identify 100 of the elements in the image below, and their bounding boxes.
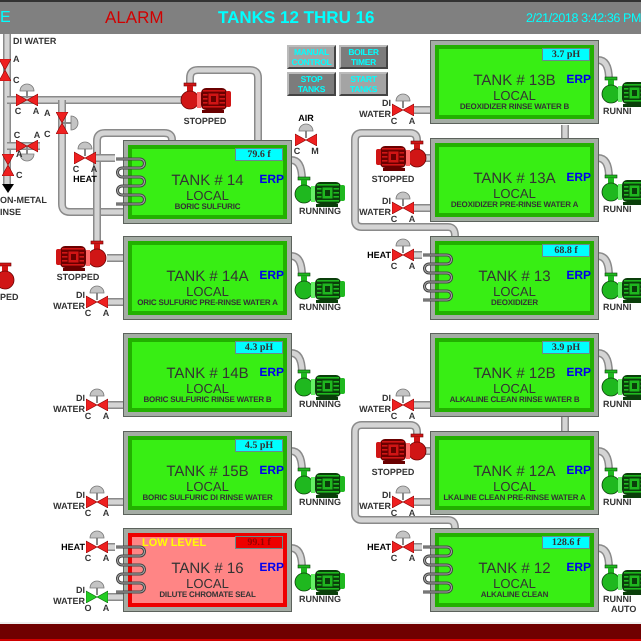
valve-icon[interactable]	[392, 237, 414, 261]
tank[interactable]: LOW LEVEL 99.1 f TANK # 16 ERP LOCAL DILUTE CHROMATE SEAL	[123, 528, 292, 612]
erp-label: ERP	[566, 561, 591, 573]
pump-status: STOPPED	[370, 174, 416, 184]
tank-mode: LOCAL	[493, 89, 536, 102]
valve-icon[interactable]	[86, 284, 108, 308]
valve-label: WATER	[53, 301, 85, 311]
tank-description: DEOXIDIZER PRE-RINSE WATER A	[450, 200, 578, 210]
valve-label: DI	[382, 490, 391, 500]
port-label: A	[13, 54, 20, 64]
tank-mode: LOCAL	[493, 187, 536, 200]
reading-display: 99.1 f	[235, 536, 283, 549]
valve-icon[interactable]	[86, 529, 108, 553]
tank[interactable]: 3.9 pH TANK # 12B ERP LOCAL ALKALINE CLEAN RINSE WATER B	[430, 333, 599, 417]
erp-label: ERP	[566, 171, 591, 183]
pump-status: RUNNING	[298, 399, 342, 409]
tank[interactable]: TANK # 12A ERP LOCAL LKALINE CLEAN PRE-RINSE WATER A	[430, 431, 599, 515]
tank[interactable]: 128.6 f TANK # 12 ERP LOCAL ALKALINE CLEAN	[430, 528, 599, 612]
pump-icon[interactable]	[601, 564, 641, 596]
tank[interactable]: TANK # 14A ERP LOCAL ORIC SULFURIC PRE-RINSE WATER A	[123, 236, 292, 320]
tank-title: TANK # 14B	[166, 366, 249, 382]
tank-description: BORIC SULFURIC	[174, 202, 240, 212]
valve-icon[interactable]	[2, 154, 14, 176]
pipe	[108, 401, 123, 409]
pump-icon[interactable]	[601, 369, 641, 401]
reading-display: 128.6 f	[542, 536, 590, 549]
erp-label: ERP	[566, 73, 591, 85]
tank-mode: LOCAL	[186, 577, 229, 590]
pump-icon[interactable]	[294, 272, 346, 304]
tank-mode: LOCAL	[493, 577, 536, 590]
valve-icon[interactable]	[392, 529, 414, 553]
port-label: C	[390, 214, 398, 224]
erp-label: ERP	[259, 173, 284, 185]
port-label: C	[84, 308, 92, 318]
port-label: M	[310, 146, 320, 156]
tank[interactable]: 3.7 pH TANK # 13B ERP LOCAL DEOXIDIZER RINSE WATER B	[430, 40, 599, 124]
tank[interactable]: TANK # 13A ERP LOCAL DEOXIDIZER PRE-RINSE WATER A	[430, 138, 599, 222]
valve-icon[interactable]	[86, 387, 108, 411]
valve-label: WATER	[359, 404, 391, 414]
tank-title: TANK # 14	[171, 173, 244, 189]
valve-icon[interactable]	[74, 140, 96, 164]
pump-icon[interactable]	[294, 369, 346, 401]
valve-icon[interactable]	[392, 484, 414, 508]
port-label: C	[390, 411, 398, 421]
tank-description: BORIC SULFURIC DI RINSE WATER	[142, 493, 273, 503]
erp-label: ERP	[259, 561, 284, 573]
valve-icon[interactable]	[16, 82, 38, 106]
valve-icon[interactable]	[86, 484, 108, 508]
valve-icon[interactable]	[392, 92, 414, 116]
mode-label: E	[0, 8, 12, 28]
port-label: C	[84, 508, 92, 518]
pump-icon[interactable]	[601, 76, 641, 108]
tank-title: TANK # 13	[478, 269, 551, 285]
valve-icon[interactable]	[56, 112, 80, 134]
port-label: C	[16, 170, 22, 180]
pump-icon[interactable]	[375, 140, 427, 172]
valve-label: ON-METAL	[0, 195, 47, 205]
port-label: A	[408, 553, 416, 563]
valve-label: DI	[76, 290, 85, 300]
valve-icon[interactable]	[295, 122, 317, 146]
pipe	[107, 254, 123, 262]
tank[interactable]: 4.5 pH TANK # 15B ERP LOCAL BORIC SULFURIC DI RINSE WATER	[123, 431, 292, 515]
pump-mode: AUTO	[611, 604, 636, 614]
valve-icon[interactable]	[86, 579, 108, 603]
port-label: C	[390, 261, 398, 271]
pump-icon[interactable]	[601, 467, 641, 499]
tank-title: TANK # 14A	[166, 269, 249, 285]
port-label: A	[102, 508, 110, 518]
erp-label: ERP	[566, 269, 591, 281]
pump-icon[interactable]	[180, 82, 232, 114]
pump-status: STOPPED	[56, 272, 100, 282]
pump-icon[interactable]	[601, 272, 641, 304]
tank[interactable]: 4.3 pH TANK # 14B ERP LOCAL BORIC SULFURIC RINSE WATER B	[123, 333, 292, 417]
pump-icon[interactable]	[55, 240, 107, 272]
date-time: 2/21/2018 3:42:36 PM	[526, 10, 641, 27]
tank-title: TANK # 13B	[473, 73, 556, 89]
valve-label: WATER	[359, 109, 391, 119]
tank[interactable]: 68.8 f TANK # 13 ERP LOCAL DEOXIDIZER	[430, 236, 599, 320]
port-label: A	[102, 603, 110, 613]
valve-icon[interactable]	[392, 387, 414, 411]
port-label: A	[102, 308, 110, 318]
pump-status: RUNNI	[603, 399, 632, 409]
valve-label: HEAT	[61, 542, 85, 552]
pump-icon[interactable]	[294, 467, 346, 499]
pump-icon[interactable]	[294, 564, 346, 596]
valve-icon[interactable]	[392, 190, 414, 214]
tank[interactable]: 79.6 f TANK # 14 ERP LOCAL BORIC SULFURIC	[123, 140, 292, 224]
valve-label: DI	[382, 196, 391, 206]
tank-description: DILUTE CHROMATE SEAL	[159, 590, 256, 600]
valve-label: DI WATER	[13, 36, 56, 46]
pump-icon[interactable]	[294, 176, 346, 208]
valve-icon[interactable]	[16, 140, 38, 162]
reading-display: 3.7 pH	[542, 48, 590, 61]
pump-icon[interactable]	[375, 433, 427, 465]
port-label: A	[102, 411, 110, 421]
pipe	[414, 401, 430, 409]
pump-icon[interactable]	[601, 174, 641, 206]
tank-description: ALKALINE CLEAN	[480, 590, 548, 600]
pump-status: RUNNI	[603, 106, 632, 116]
valve-icon[interactable]	[0, 59, 11, 81]
